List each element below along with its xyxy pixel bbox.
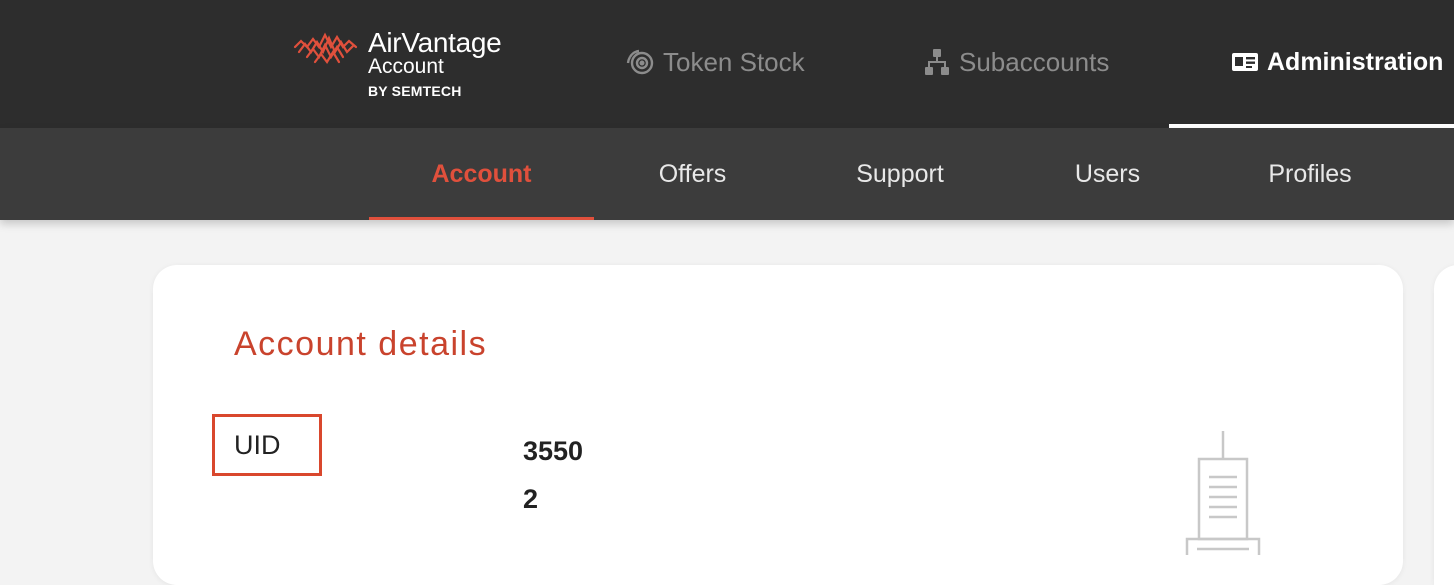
adjacent-card-edge	[1434, 265, 1454, 585]
token-stock-icon	[626, 49, 654, 75]
uid-value-text: 3550 2	[523, 436, 584, 514]
airvantage-logo[interactable]: AirVantage Account BY SEMTECH	[293, 28, 523, 100]
brand-name: AirVantage	[368, 27, 502, 58]
top-nav-label: Administration	[1267, 47, 1444, 76]
uid-label-text: UID	[234, 429, 281, 460]
account-details-card: Account details UID 3550 2	[153, 265, 1403, 585]
building-icon	[1185, 431, 1261, 555]
sub-nav-users[interactable]: Users	[1010, 128, 1205, 220]
top-bar: AirVantage Account BY SEMTECH Token Stoc…	[0, 0, 1454, 128]
top-nav-label: Token Stock	[663, 46, 805, 77]
hierarchy-icon	[925, 49, 949, 75]
uid-label: UID	[212, 414, 322, 476]
sub-nav-profiles[interactable]: Profiles	[1210, 128, 1410, 220]
account-details-title: Account details	[234, 325, 488, 363]
id-card-icon	[1232, 53, 1258, 71]
top-nav-administration[interactable]: Administration	[1231, 40, 1443, 84]
sub-nav-support[interactable]: Support	[800, 128, 1000, 220]
sub-nav: Account Offers Support Users Profiles	[0, 128, 1454, 220]
sub-nav-account[interactable]: Account	[369, 128, 594, 220]
brand-subtitle: Account	[368, 55, 444, 78]
brand-by-line: BY SEMTECH	[368, 83, 462, 99]
top-nav-label: Subaccounts	[959, 46, 1110, 77]
sub-nav-offers[interactable]: Offers	[600, 128, 785, 220]
top-nav-subaccounts[interactable]: Subaccounts	[923, 40, 1109, 84]
uid-value: 3550 2	[523, 427, 584, 523]
top-nav-token-stock[interactable]: Token Stock	[625, 40, 805, 84]
airvantage-wave-icon	[293, 32, 358, 64]
sub-nav-active-indicator	[369, 217, 594, 220]
